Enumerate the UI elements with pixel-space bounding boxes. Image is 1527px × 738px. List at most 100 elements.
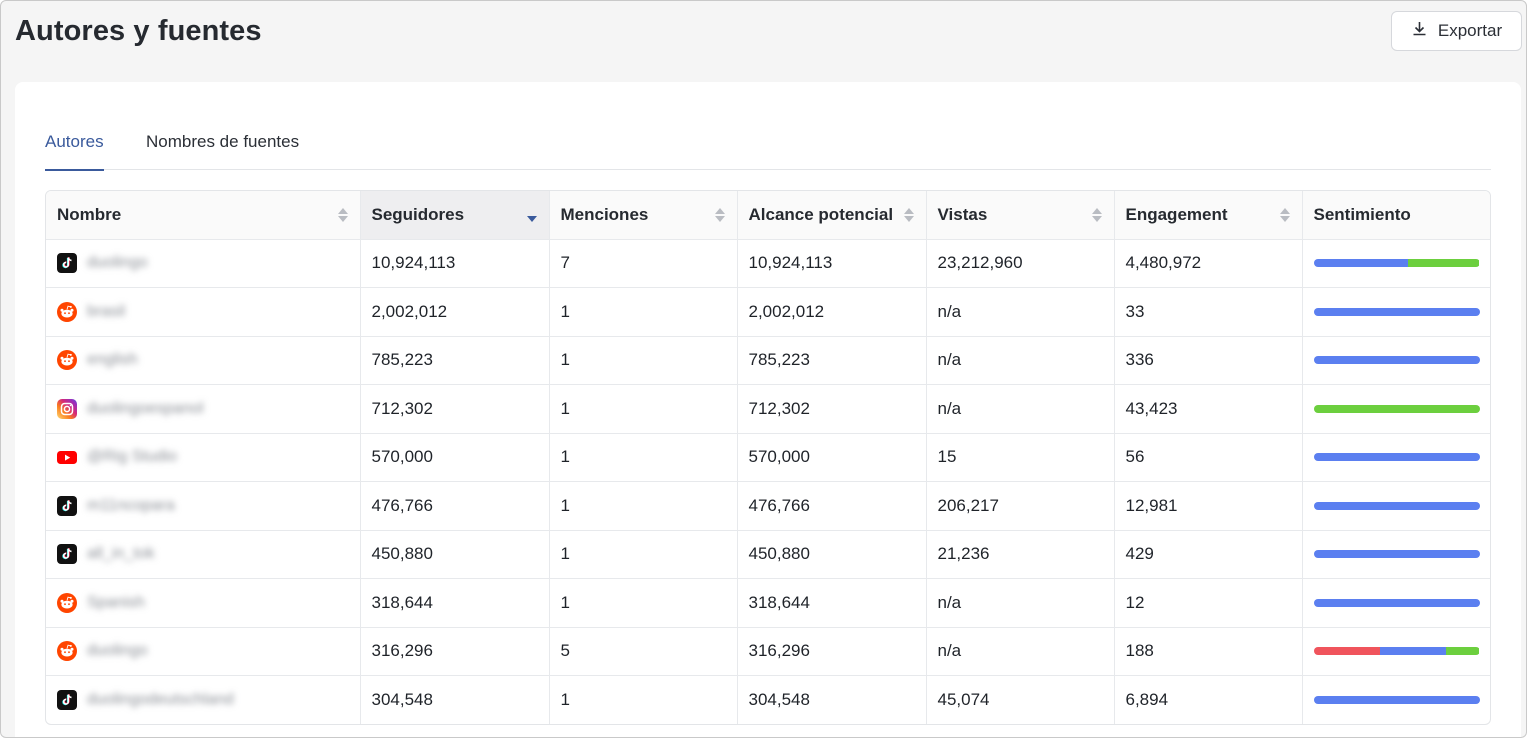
sentiment-neutral-segment: [1313, 501, 1480, 510]
cell-seguidores: 304,548: [360, 675, 550, 724]
author-name[interactable]: @Rig Studio: [87, 448, 177, 466]
table-row[interactable]: duolingo 316,296 5 316,296 n/a 188: [46, 627, 1490, 676]
sentiment-bar: [1313, 259, 1480, 268]
sort-icon[interactable]: [714, 207, 725, 222]
table-row[interactable]: brasil 2,002,012 1 2,002,012 n/a 33: [46, 287, 1490, 337]
cell-menciones: 1: [549, 530, 738, 579]
cell-alcance-potencial: 2,002,012: [737, 287, 927, 337]
cell-nombre[interactable]: Spanish: [46, 578, 361, 628]
column-label: Sentimiento: [1313, 204, 1411, 224]
cell-seguidores: 785,223: [360, 336, 550, 385]
table-row[interactable]: Spanish 318,644 1 318,644 n/a 12: [46, 578, 1490, 628]
column-label: Engagement: [1125, 204, 1228, 224]
sort-icon[interactable]: [903, 207, 914, 222]
sort-icon[interactable]: [337, 207, 348, 222]
cell-alcance-potencial: 476,766: [737, 481, 927, 531]
cell-sentimiento: [1302, 627, 1490, 676]
cell-nombre[interactable]: duolingoespanol: [46, 384, 361, 434]
cell-seguidores: 712,302: [360, 384, 550, 434]
author-name[interactable]: m11ncopara: [87, 497, 175, 515]
cell-alcance-potencial: 785,223: [737, 336, 927, 385]
sentiment-positive-segment: [1408, 259, 1480, 268]
cell-nombre[interactable]: @Rig Studio: [46, 433, 361, 482]
cell-sentimiento: [1302, 336, 1490, 385]
cell-vistas: n/a: [926, 336, 1115, 385]
table-row[interactable]: m11ncopara 476,766 1 476,766 206,217 12,981: [46, 481, 1490, 531]
author-name[interactable]: duolingoespanol: [87, 400, 204, 418]
tab-bar: Autores Nombres de fuentes: [45, 122, 1491, 171]
cell-alcance-potencial: 712,302: [737, 384, 927, 434]
table-row[interactable]: all_in_tok 450,880 1 450,880 21,236 429: [46, 530, 1490, 579]
cell-menciones: 1: [549, 336, 738, 385]
sort-icon[interactable]: [1091, 207, 1102, 222]
table-row[interactable]: duolingodeutschland 304,548 1 304,548 45,074…: [46, 675, 1490, 725]
column-label: Seguidores: [371, 204, 465, 224]
export-button-label: Exportar: [1437, 21, 1503, 40]
cell-sentimiento: [1302, 578, 1490, 628]
cell-vistas: 45,074: [926, 675, 1115, 724]
sentiment-neutral-segment: [1313, 453, 1480, 462]
app-window: Autores y fuentes Exportar Autores Nombr…: [0, 0, 1527, 738]
cell-engagement: 12: [1114, 578, 1303, 628]
author-name[interactable]: Spanish: [87, 594, 145, 612]
table-row[interactable]: @Rig Studio 570,000 1 570,000 15 56: [46, 433, 1490, 482]
column-header-nombre[interactable]: Nombre: [46, 191, 361, 240]
cell-nombre[interactable]: duolingodeutschland: [46, 675, 361, 724]
cell-nombre[interactable]: brasil: [46, 287, 361, 337]
content-card: Autores Nombres de fuentes Nombre Seguid…: [15, 82, 1521, 737]
column-header-engagement[interactable]: Engagement: [1114, 191, 1303, 240]
author-name[interactable]: duolingo: [87, 254, 148, 272]
sentiment-neutral-segment: [1313, 598, 1480, 607]
column-header-menciones[interactable]: Menciones: [549, 191, 738, 240]
sentiment-bar: [1313, 307, 1480, 316]
sort-icon[interactable]: [1279, 207, 1290, 222]
cell-engagement: 4,480,972: [1114, 239, 1303, 288]
cell-vistas: 206,217: [926, 481, 1115, 531]
column-header-alcance-potencial[interactable]: Alcance potencial: [737, 191, 927, 240]
cell-menciones: 1: [549, 433, 738, 482]
table-row[interactable]: duolingo 10,924,113 7 10,924,113 23,212,960 4…: [46, 239, 1490, 288]
cell-menciones: 1: [549, 287, 738, 337]
tab-nombres-de-fuentes[interactable]: Nombres de fuentes: [146, 132, 299, 170]
author-name[interactable]: brasil: [87, 303, 125, 321]
sentiment-bar: [1313, 453, 1480, 462]
cell-nombre[interactable]: duolingo: [46, 239, 361, 288]
cell-nombre[interactable]: all_in_tok: [46, 530, 361, 579]
author-name[interactable]: english: [87, 351, 138, 369]
cell-alcance-potencial: 570,000: [737, 433, 927, 482]
export-button[interactable]: Exportar: [1391, 11, 1522, 51]
cell-nombre[interactable]: duolingo: [46, 627, 361, 676]
author-name[interactable]: all_in_tok: [87, 545, 155, 563]
cell-seguidores: 476,766: [360, 481, 550, 531]
tiktok-icon: [57, 253, 77, 274]
cell-nombre[interactable]: english: [46, 336, 361, 385]
column-label: Nombre: [57, 204, 122, 224]
authors-table: Nombre Seguidores Menciones Alcance pote…: [45, 190, 1491, 725]
cell-engagement: 12,981: [1114, 481, 1303, 531]
table-row[interactable]: duolingoespanol 712,302 1 712,302 n/a 43,423: [46, 384, 1490, 434]
sentiment-neutral-segment: [1379, 647, 1447, 656]
column-header-seguidores[interactable]: Seguidores: [360, 191, 550, 240]
column-label: Menciones: [560, 204, 649, 224]
author-name[interactable]: duolingodeutschland: [87, 691, 234, 709]
column-label: Alcance potencial: [748, 204, 894, 224]
cell-sentimiento: [1302, 676, 1490, 725]
cell-vistas: n/a: [926, 627, 1115, 676]
cell-menciones: 7: [549, 239, 738, 288]
reddit-icon: [57, 301, 77, 322]
column-header-vistas[interactable]: Vistas: [926, 191, 1115, 240]
cell-sentimiento: [1302, 530, 1490, 579]
author-name[interactable]: duolingo: [87, 642, 148, 660]
youtube-icon: [57, 447, 77, 467]
sentiment-positive-segment: [1313, 404, 1480, 413]
sentiment-neutral-segment: [1313, 356, 1480, 365]
sentiment-positive-segment: [1446, 647, 1480, 656]
table-row[interactable]: english 785,223 1 785,223 n/a 336: [46, 336, 1490, 385]
sort-icon[interactable]: [526, 208, 537, 222]
sentiment-bar: [1313, 647, 1480, 656]
sentiment-bar: [1313, 404, 1480, 413]
cell-seguidores: 316,296: [360, 627, 550, 676]
cell-menciones: 1: [549, 384, 738, 434]
cell-nombre[interactable]: m11ncopara: [46, 481, 361, 531]
tab-autores[interactable]: Autores: [45, 132, 104, 171]
